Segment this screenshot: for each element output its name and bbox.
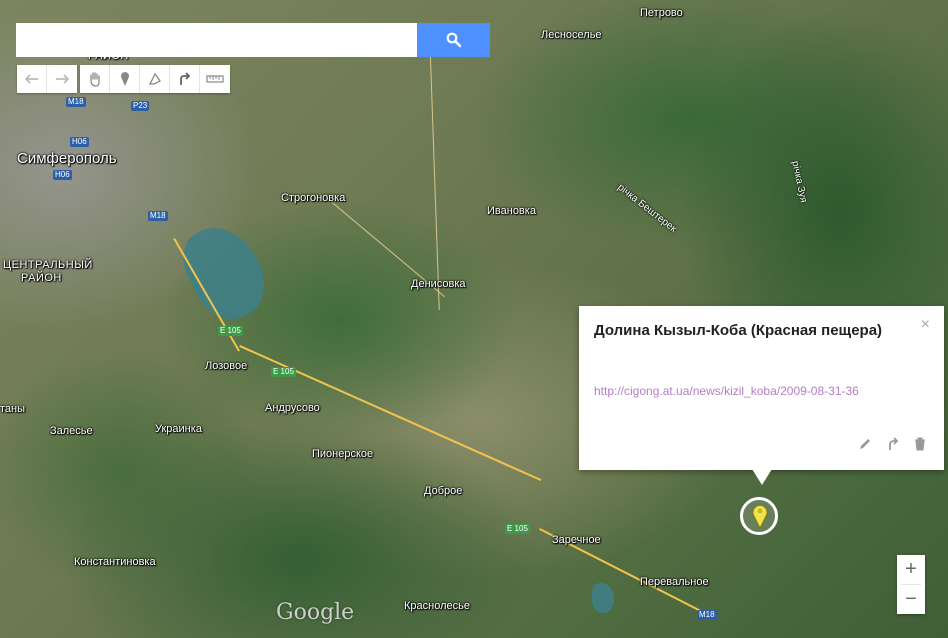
city-label: Симферополь xyxy=(17,150,117,167)
place-label: Залесье xyxy=(50,425,93,437)
place-label: Украинка xyxy=(155,423,202,435)
place-label: Пионерское xyxy=(312,448,374,460)
district-label-line: РАЙОН xyxy=(21,272,62,284)
river-label: річка Бештерек xyxy=(615,182,679,235)
district-label: ЦЕНТРАЛЬНЫЙ РАЙОН xyxy=(3,259,93,285)
road-shield: E 105 xyxy=(271,367,296,377)
undo-icon xyxy=(24,74,38,84)
simferopol-reservoir xyxy=(173,214,277,331)
info-window: Долина Кызыл-Коба (Красная пещера) × htt… xyxy=(579,306,944,470)
search-button[interactable] xyxy=(417,23,490,57)
place-label: Перевальное xyxy=(640,576,709,588)
redo-icon xyxy=(56,74,69,84)
info-window-pointer xyxy=(752,469,772,485)
zoom-out-button[interactable]: − xyxy=(897,585,925,614)
marker-icon xyxy=(752,504,768,530)
ruler-icon xyxy=(206,75,224,83)
info-window-actions xyxy=(858,437,926,456)
district-label-line: ЦЕНТРАЛЬНЫЙ xyxy=(3,259,93,271)
place-label: Константиновка xyxy=(74,556,156,568)
undo-button[interactable] xyxy=(17,65,47,93)
polygon-icon xyxy=(148,72,161,85)
place-label: Заречное xyxy=(552,534,601,546)
road-shield: M18 xyxy=(66,97,86,107)
road-shield: E 105 xyxy=(218,326,243,336)
edit-button[interactable] xyxy=(858,437,872,456)
trash-icon xyxy=(915,437,925,451)
marker-icon xyxy=(120,72,129,86)
road-shield: M18 xyxy=(697,610,717,620)
pan-button[interactable] xyxy=(80,65,110,93)
place-label: Ивановка xyxy=(487,205,536,217)
hand-icon xyxy=(89,72,100,87)
map-marker[interactable] xyxy=(751,503,769,534)
info-window-link[interactable]: http://cigong.at.ua/news/kizil_koba/2009… xyxy=(594,381,894,401)
drawing-toolbar xyxy=(80,65,230,93)
pencil-icon xyxy=(860,439,870,449)
local-road xyxy=(429,30,440,310)
place-label: Строгоновка xyxy=(281,192,346,204)
measure-button[interactable] xyxy=(200,65,230,93)
draw-line-button[interactable] xyxy=(140,65,170,93)
add-marker-button[interactable] xyxy=(110,65,140,93)
place-label: Андрусово xyxy=(265,402,320,414)
road-shield: H06 xyxy=(70,137,89,147)
directions-button[interactable] xyxy=(886,437,900,456)
place-label: Лесноселье xyxy=(541,29,602,41)
directions-button[interactable] xyxy=(170,65,200,93)
directions-arrow-icon xyxy=(179,72,190,85)
directions-arrow-icon xyxy=(889,437,899,450)
place-label: Доброе xyxy=(424,485,463,497)
history-toolbar xyxy=(17,65,77,93)
road-shield: H06 xyxy=(53,170,72,180)
close-button[interactable]: × xyxy=(921,316,930,334)
zoom-control: + − xyxy=(897,555,925,614)
zoom-in-button[interactable]: + xyxy=(897,555,925,584)
google-logo: Google xyxy=(276,600,355,625)
redo-button[interactable] xyxy=(47,65,77,93)
road-shield: P23 xyxy=(131,101,150,111)
delete-button[interactable] xyxy=(914,437,926,456)
search-input[interactable] xyxy=(16,23,417,57)
road-shield: M18 xyxy=(148,211,168,221)
place-label: таны xyxy=(0,403,26,415)
river-label: річка Зуя xyxy=(789,160,809,204)
road-shield: E 105 xyxy=(505,524,530,534)
place-label: Краснолесье xyxy=(404,600,470,612)
place-label: Денисовка xyxy=(411,278,466,290)
place-label: Лозовое xyxy=(205,360,248,372)
info-window-title: Долина Кызыл-Коба (Красная пещера) xyxy=(594,322,883,339)
search-icon xyxy=(446,32,461,48)
place-label: Петрово xyxy=(640,7,683,19)
lake-south xyxy=(592,583,614,613)
